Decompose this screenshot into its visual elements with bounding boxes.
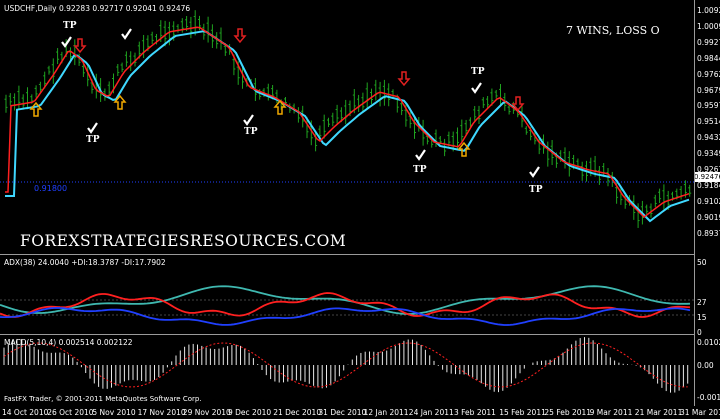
time-tick-label: 25 Feb 2011 <box>544 408 592 417</box>
macd-tick-label: 0.0102 <box>697 338 720 347</box>
check-icon <box>415 149 426 161</box>
check-icon <box>121 28 132 40</box>
adx-tick-label: 0 <box>697 328 702 337</box>
time-tick-label: 31 Dec 2010 <box>318 408 367 417</box>
blue-level-label: 0.91800 <box>34 184 68 193</box>
fast-ma-line <box>5 26 690 218</box>
chart-canvas[interactable]: TP TP TP TP TP TP <box>0 0 720 419</box>
price-tick-label: 0.91020 <box>697 196 720 206</box>
time-tick-label: 21 Mar 2011 <box>634 408 683 417</box>
time-tick-label: 9 Mar 2011 <box>589 408 633 417</box>
tp-label: TP <box>86 135 100 145</box>
adx-header: ADX(38) 24.0040 +DI:18.3787 -DI:17.7902 <box>4 258 166 267</box>
macd-header: MACD(5,10,4) 0.002514 0.002122 <box>4 338 133 347</box>
tp-label: TP <box>529 185 543 195</box>
price-tick-label: 1.00920 <box>697 6 720 15</box>
time-tick-label: 24 Jan 2011 <box>408 408 454 417</box>
check-icon <box>243 114 254 126</box>
price-adx-separator[interactable] <box>0 254 694 255</box>
tp-label: TP <box>244 127 258 137</box>
macd-signal-line <box>3 342 688 388</box>
price-tick-label: 0.97620 <box>697 69 720 79</box>
price-tick-label: 0.90195 <box>697 212 720 222</box>
time-tick-label: 9 Dec 2010 <box>228 408 272 417</box>
price-axis-line <box>694 0 695 406</box>
time-tick-label: 14 Oct 2010 <box>2 408 49 417</box>
check-icon <box>529 166 540 178</box>
wins-loss-label: 7 WINS, LOSS O <box>566 24 660 37</box>
price-tick-label: 0.94320 <box>697 133 720 143</box>
tp-label: TP <box>471 67 485 77</box>
price-tick-label: 0.89370 <box>697 228 720 238</box>
price-tick-label: 0.99270 <box>697 37 720 47</box>
check-icon <box>471 82 482 94</box>
price-tick-label: 0.95145 <box>697 117 720 127</box>
price-tick-label: 0.98445 <box>697 53 720 63</box>
watermark: FOREXSTRATEGIESRESOURCES.COM <box>20 232 347 250</box>
sell-arrow-icon <box>233 28 247 44</box>
price-tick-label: 0.93495 <box>697 149 720 159</box>
time-tick-label: 21 Dec 2010 <box>273 408 322 417</box>
minus-di-line <box>0 306 691 326</box>
price-tick-label: 1.00095 <box>697 21 720 31</box>
adx-macd-separator[interactable] <box>0 334 694 335</box>
sell-arrow-icon <box>73 38 87 54</box>
time-tick-label: 15 Feb 2011 <box>499 408 546 417</box>
time-tick-label: 26 Oct 2010 <box>47 408 94 417</box>
copyright-text: FastFX Trader, © 2001-2011 MetaQuotes So… <box>4 395 202 403</box>
time-tick-label: 29 Nov 2010 <box>182 408 231 417</box>
adx-tick-label: 15 <box>697 313 707 322</box>
price-tick-label: 0.91845 <box>697 180 720 190</box>
macd-tick-label: -0.0014 <box>697 393 720 402</box>
check-icon <box>87 122 98 134</box>
price-tick-label: 0.96795 <box>697 85 720 95</box>
slow-ma-line <box>5 30 690 223</box>
tp-label: TP <box>413 165 427 175</box>
price-tick-label: 0.92670 <box>697 165 720 174</box>
time-tick-label: 3 Feb 2011 <box>454 408 496 417</box>
time-tick-label: 5 Nov 2010 <box>92 408 136 417</box>
time-tick-label: 12 Jan 2011 <box>363 408 409 417</box>
adx-tick-label: 50 <box>697 258 707 267</box>
plus-di-line <box>0 292 691 318</box>
price-tick-label: 0.95970 <box>697 101 720 111</box>
macd-tick-label: 0.00 <box>697 361 714 370</box>
time-tick-label: 31 Mar 2011 <box>680 408 720 417</box>
symbol-info: USDCHF,Daily 0.92283 0.92717 0.92041 0.9… <box>4 4 191 13</box>
time-tick-label: 17 Nov 2010 <box>137 408 186 417</box>
adx-tick-label: 27 <box>697 298 707 307</box>
sell-arrow-icon <box>397 71 411 87</box>
trading-chart-window[interactable]: TP TP TP TP TP TP USDCHF,Daily 0.92283 0.9271… <box>0 0 720 419</box>
tp-label: TP <box>63 21 77 31</box>
